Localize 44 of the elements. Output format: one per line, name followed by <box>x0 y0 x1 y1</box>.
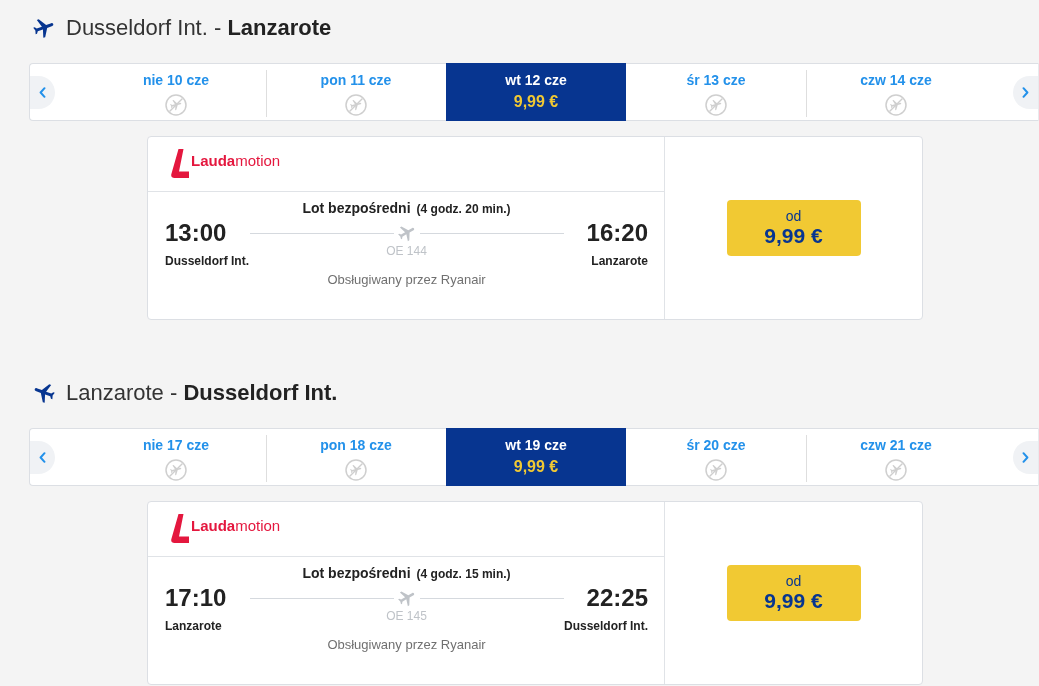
crossed-plane-icon <box>165 94 187 116</box>
chevron-right-icon <box>1022 451 1029 463</box>
crossed-plane-icon <box>705 94 727 116</box>
flight-duration: (4 godz. 20 min.) <box>416 201 511 218</box>
route-title: Lanzarote - Dusseldorf Int. <box>66 380 338 406</box>
flight-number: OE 144 <box>386 244 427 258</box>
previous-dates-button[interactable] <box>30 440 55 474</box>
arrival-time: 16:20 <box>586 219 648 247</box>
next-dates-button[interactable] <box>1013 440 1038 474</box>
crossed-plane-icon <box>345 94 367 116</box>
airline-logo-text: Laudamotion <box>191 152 281 170</box>
departure-time: 13:00 <box>165 219 227 247</box>
flight-number: OE 145 <box>386 609 427 623</box>
logo-mark-icon <box>171 514 189 543</box>
plane-icon <box>32 381 56 405</box>
crossed-plane-icon <box>705 459 727 481</box>
departure-time: 17:10 <box>165 584 227 612</box>
operator-note: Obsługiwany przez Ryanair <box>327 272 486 288</box>
operator-note: Obsługiwany przez Ryanair <box>327 637 486 653</box>
chevron-right-icon <box>1022 86 1029 98</box>
chevron-left-icon <box>39 86 46 98</box>
route-title: Dusseldorf Int. - Lanzarote <box>66 15 332 41</box>
chevron-left-icon <box>39 451 46 463</box>
airline-logo-text: Laudamotion <box>191 517 281 535</box>
departure-airport: Dusseldorf Int. <box>165 253 249 269</box>
crossed-plane-icon <box>885 459 907 481</box>
flight-type: Lot bezpośredni <box>302 199 411 217</box>
date-tab[interactable]: wt 12 cze 9,99 € <box>446 63 626 121</box>
arrival-airport: Lanzarote <box>591 253 648 269</box>
date-tab[interactable]: wt 19 cze 9,99 € <box>446 428 626 486</box>
previous-dates-button[interactable] <box>30 75 55 109</box>
fare-button[interactable]: od 9,99 € <box>726 565 861 621</box>
crossed-plane-icon <box>165 459 187 481</box>
departure-airport: Lanzarote <box>165 618 222 634</box>
next-dates-button[interactable] <box>1013 75 1038 109</box>
logo-mark-icon <box>171 149 189 178</box>
flight-type: Lot bezpośredni <box>302 564 411 582</box>
flight-duration: (4 godz. 15 min.) <box>416 566 511 583</box>
arrival-time: 22:25 <box>586 584 648 612</box>
fare-button[interactable]: od 9,99 € <box>726 200 861 256</box>
crossed-plane-icon <box>345 459 367 481</box>
plane-icon <box>32 16 56 40</box>
crossed-plane-icon <box>885 94 907 116</box>
arrival-airport: Dusseldorf Int. <box>564 618 648 634</box>
